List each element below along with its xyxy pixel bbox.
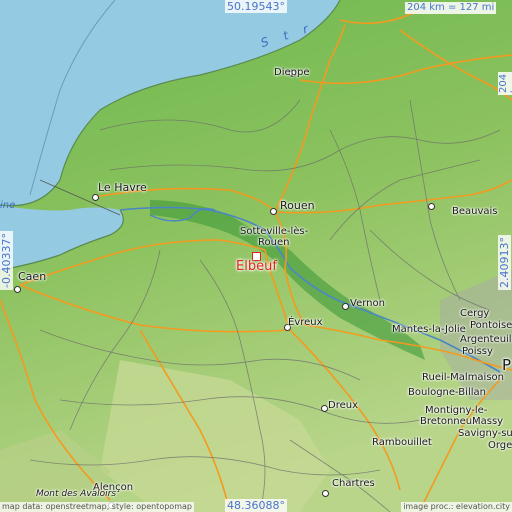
place-pontoise[interactable]: Pontoise <box>470 320 512 331</box>
longitude-west: -0.40337° <box>0 231 13 290</box>
place-poissy[interactable]: Poissy <box>462 346 493 357</box>
topographic-map[interactable]: S t r ine Dieppe Le Havre Rouen Sottevil… <box>0 0 512 512</box>
place-dieppe[interactable]: Dieppe <box>274 67 309 78</box>
city-marker-dreux[interactable] <box>321 405 328 412</box>
place-sotteville-2[interactable]: Rouen <box>258 237 289 248</box>
scale-bar-side: 204 km = 127 mi <box>498 71 512 95</box>
place-cergy[interactable]: Cergy <box>460 308 489 319</box>
place-montigny[interactable]: Montigny-le- <box>425 405 487 416</box>
place-boulogne[interactable]: Boulogne-Billan <box>408 387 486 398</box>
place-sotteville[interactable]: Sotteville-lès- <box>240 226 308 237</box>
latitude-south: 48.36088° <box>225 499 287 512</box>
place-chartres[interactable]: Chartres <box>332 478 375 489</box>
place-rueil[interactable]: Rueil-Malmaison <box>422 372 504 383</box>
place-beauvais[interactable]: Beauvais <box>452 206 498 217</box>
place-massy[interactable]: Massy <box>472 416 503 427</box>
place-evreux[interactable]: Évreux <box>288 317 323 328</box>
place-bretonneux[interactable]: Bretonneux <box>420 416 478 427</box>
place-rouen[interactable]: Rouen <box>280 200 315 211</box>
place-orge[interactable]: Orge <box>488 440 512 451</box>
place-dreux[interactable]: Dreux <box>328 400 358 411</box>
city-marker-vernon[interactable] <box>342 303 349 310</box>
place-mantes[interactable]: Mantes-la-Jolie <box>392 324 466 335</box>
city-marker-beauvais[interactable] <box>428 203 435 210</box>
place-savigny[interactable]: Savigny-sur- <box>458 428 512 439</box>
place-mont-des-avaloirs[interactable]: Mont des Avaloirs <box>36 489 116 500</box>
place-vernon[interactable]: Vernon <box>350 298 385 309</box>
place-caen[interactable]: Caen <box>18 271 46 282</box>
city-marker-caen[interactable] <box>14 286 21 293</box>
city-marker-rouen[interactable] <box>270 208 277 215</box>
place-rambouillet[interactable]: Rambouillet <box>372 437 432 448</box>
attribution-right[interactable]: image proc.: elevation.city <box>401 502 512 512</box>
city-marker-le-havre[interactable] <box>92 194 99 201</box>
place-paris[interactable]: P <box>502 358 511 373</box>
river-label: ine <box>0 200 16 211</box>
city-marker-chartres[interactable] <box>322 490 329 497</box>
scale-bar-top: 204 km = 127 mi <box>405 2 497 14</box>
place-argenteuil[interactable]: Argenteuil <box>460 334 512 345</box>
attribution-left[interactable]: map data: openstreetmap, style: opentopo… <box>0 502 194 512</box>
place-elbeuf[interactable]: Elbeuf <box>236 259 277 274</box>
place-le-havre[interactable]: Le Havre <box>98 182 147 193</box>
latitude-north: 50.19543° <box>225 0 287 13</box>
longitude-east: 2.40913° <box>498 235 511 290</box>
